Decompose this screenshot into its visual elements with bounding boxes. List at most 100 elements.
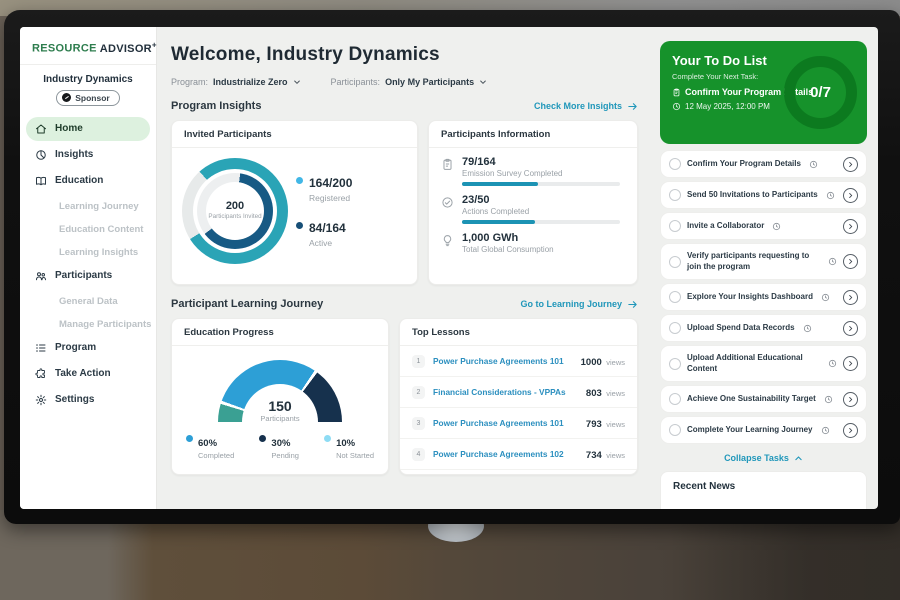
app-logo: RESOURCE ADVISOR+ (20, 27, 156, 65)
task-checkbox[interactable] (669, 393, 681, 405)
task-row[interactable]: Explore Your Insights Dashboard (660, 283, 867, 311)
sidebar-item-manage-participants[interactable]: Manage Participants (20, 313, 156, 336)
legend-active: 84/164 Active (296, 219, 352, 248)
clipboard-icon (672, 88, 681, 97)
task-checkbox[interactable] (669, 256, 681, 268)
legend-dot (186, 435, 193, 442)
task-clock-icon (809, 160, 818, 169)
legend-completed: 60% Completed (186, 433, 234, 460)
task-clock-icon (803, 324, 812, 333)
task-row[interactable]: Verify participants requesting to join t… (660, 243, 867, 280)
sidebar-item-general-data[interactable]: General Data (20, 290, 156, 313)
lesson-row: 2 Financial Considerations - VPPAs 803 v… (400, 377, 637, 408)
legend-pending: 30% Pending (259, 433, 299, 460)
task-chevron-button[interactable] (843, 219, 858, 234)
task-chevron-button[interactable] (843, 188, 858, 203)
lesson-link[interactable]: Power Purchase Agreements 101 (433, 356, 573, 366)
sidebar-item-take-action[interactable]: Take Action (26, 362, 150, 386)
task-clock-icon (821, 293, 830, 302)
lesson-link[interactable]: Financial Considerations - VPPAs (433, 387, 578, 397)
logo-advisor: ADVISOR+ (100, 43, 157, 55)
sidebar-item-participants[interactable]: Participants (26, 264, 150, 288)
participants-dropdown[interactable]: Participants: Only My Participants (331, 77, 488, 87)
sidebar-item-program[interactable]: Program (26, 336, 150, 360)
sidebar-item-home[interactable]: Home (26, 117, 150, 141)
sidebar-item-education[interactable]: Education (26, 169, 150, 193)
task-row[interactable]: Invite a Collaborator (660, 212, 867, 240)
gear-icon (35, 394, 47, 406)
task-chevron-button[interactable] (843, 290, 858, 305)
legend-registered: 164/200 Registered (296, 174, 352, 203)
top-lessons-card: Top Lessons 1 Power Purchase Agreements … (399, 318, 638, 475)
task-chevron-button[interactable] (843, 392, 858, 407)
clock-icon (672, 102, 681, 111)
legend-dot (296, 222, 303, 229)
check-more-insights-link[interactable]: Check More Insights (534, 101, 638, 112)
task-row[interactable]: Upload Additional Educational Content (660, 345, 867, 382)
go-to-learning-journey-link[interactable]: Go to Learning Journey (520, 299, 638, 310)
task-checkbox[interactable] (669, 358, 681, 370)
task-checkbox[interactable] (669, 322, 681, 334)
lesson-row: 4 Power Purchase Agreements 102 734 view… (400, 439, 637, 470)
legend-dot (259, 435, 266, 442)
sponsor-icon (62, 93, 71, 102)
task-clock-icon (821, 426, 830, 435)
sidebar-item-learning-journey[interactable]: Learning Journey (20, 195, 156, 218)
clipboard-icon (441, 158, 454, 171)
puzzle-icon (35, 368, 47, 380)
sidebar-item-education-content[interactable]: Education Content (20, 218, 156, 241)
task-list: Confirm Your Program Details Send 50 Inv… (660, 150, 867, 471)
task-row[interactable]: Achieve One Sustainability Target (660, 385, 867, 413)
sponsor-label: Sponsor (75, 93, 109, 103)
gauge-center-value: 150 (218, 398, 342, 414)
chevron-down-icon (293, 78, 301, 86)
rank-badge: 3 (412, 417, 425, 430)
screen: RESOURCE ADVISOR+ Industry Dynamics Spon… (20, 27, 878, 509)
task-checkbox[interactable] (669, 158, 681, 170)
sponsor-badge[interactable]: Sponsor (56, 90, 119, 106)
task-chevron-button[interactable] (843, 356, 858, 371)
check-circle-icon (441, 196, 454, 209)
filter-bar: Program: Industrialize Zero Participants… (171, 77, 638, 87)
task-chevron-button[interactable] (843, 321, 858, 336)
task-row[interactable]: Send 50 Invitations to Participants (660, 181, 867, 209)
program-insights-heading: Program Insights (171, 100, 261, 112)
task-checkbox[interactable] (669, 424, 681, 436)
task-row[interactable]: Confirm Your Program Details (660, 150, 867, 178)
todo-header-card: Your To Do List Complete Your Next Task:… (660, 41, 867, 144)
task-chevron-button[interactable] (843, 254, 858, 269)
education-gauge-chart: 150 Participants (218, 360, 342, 423)
logo-resource: RESOURCE (32, 43, 97, 55)
task-checkbox[interactable] (669, 291, 681, 303)
sidebar-item-learning-insights[interactable]: Learning Insights (20, 241, 156, 264)
lightbulb-icon (441, 234, 454, 247)
task-checkbox[interactable] (669, 189, 681, 201)
program-dropdown[interactable]: Program: Industrialize Zero (171, 77, 301, 87)
invited-donut-chart: 200 Participants Invited (182, 158, 288, 264)
sidebar-menu: Home Insights Education Learning Journey… (20, 117, 156, 412)
lesson-link[interactable]: Power Purchase Agreements 102 (433, 449, 578, 459)
chevron-up-icon (794, 454, 803, 463)
task-clock-icon (828, 257, 837, 266)
task-row[interactable]: Upload Spend Data Records (660, 314, 867, 342)
sidebar-item-settings[interactable]: Settings (26, 388, 150, 412)
stat-emission-survey: 79/164 Emission Survey Completed (429, 148, 637, 186)
main-content: Welcome, Industry Dynamics Program: Indu… (157, 27, 650, 509)
task-chevron-button[interactable] (843, 423, 858, 438)
actions-progress-bar (462, 220, 620, 224)
collapse-tasks-link[interactable]: Collapse Tasks (660, 447, 867, 471)
task-checkbox[interactable] (669, 220, 681, 232)
page-title: Welcome, Industry Dynamics (171, 44, 638, 66)
task-row[interactable]: Complete Your Learning Journey (660, 416, 867, 444)
todo-progress-ring: 0/7 (784, 56, 857, 129)
task-clock-icon (772, 222, 781, 231)
insights-icon (35, 149, 47, 161)
rank-badge: 4 (412, 448, 425, 461)
donut-center-label: Participants Invited (208, 213, 261, 221)
book-icon (35, 175, 47, 187)
task-chevron-button[interactable] (843, 157, 858, 172)
gauge-center-label: Participants (218, 414, 342, 423)
arrow-right-icon (627, 299, 638, 310)
lesson-link[interactable]: Power Purchase Agreements 101 (433, 418, 578, 428)
sidebar-item-insights[interactable]: Insights (26, 143, 150, 167)
